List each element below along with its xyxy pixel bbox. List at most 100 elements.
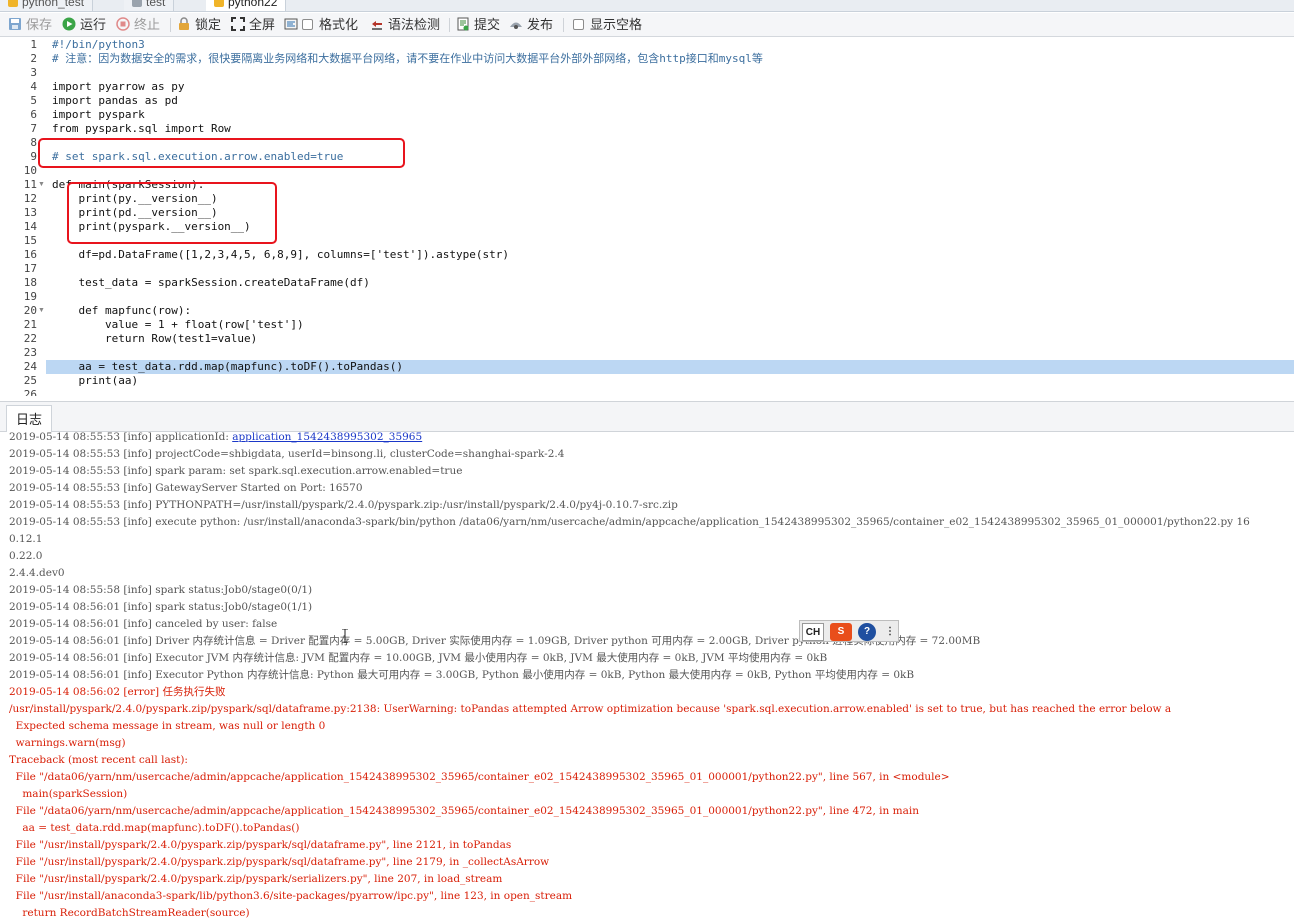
line-number: 5 [30,94,37,107]
line-number: 20 [23,304,37,317]
code-line[interactable]: aa = test_data.rdd.map(mapfunc).toDF().t… [52,360,1292,374]
code-line[interactable]: test_data = sparkSession.createDataFrame… [52,276,1292,290]
log-line-info: 2019-05-14 08:56:01 [info] canceled by u… [9,616,1294,633]
ime-toolbar: CH S ? ⋮ [799,620,899,642]
show-whitespace-checkbox[interactable] [573,19,584,30]
log-line-error: File "/usr/install/pyspark/2.4.0/pyspark… [9,854,1294,871]
code-line[interactable]: import pyspark [52,108,1292,122]
log-line-text: File "/usr/install/pyspark/2.4.0/pyspark… [9,856,550,868]
code-line[interactable]: import pyarrow as py [52,80,1292,94]
log-output: 2019-05-14 08:55:53 [info] applicationId… [0,432,1294,923]
line-number: 3 [30,66,37,79]
text-cursor-icon [342,629,348,643]
play-icon [62,17,76,31]
log-line-error: Expected schema message in stream, was n… [9,718,1294,735]
log-line-text: File "/usr/install/pyspark/2.4.0/pyspark… [9,839,512,851]
tab-test[interactable]: test [124,0,175,11]
log-line-text: 2019-05-14 08:56:01 [info] Executor JVM … [9,652,828,664]
line-number: 9 [30,150,37,163]
line-number: 22 [23,332,37,345]
log-line-error: 2019-05-14 08:56:02 [error] 任务执行失败 [9,684,1294,701]
run-button[interactable]: 运行 [62,16,106,34]
line-number: 4 [30,80,37,93]
annotation-box-arrow-setting [38,138,405,168]
log-line-text: 2019-05-14 08:56:01 [info] spark status:… [9,601,313,613]
line-number: 11 [23,178,37,191]
fold-toggle-icon[interactable]: ▼ [38,178,45,192]
line-number: 14 [23,220,37,233]
tab-python22[interactable]: python22 [206,0,287,11]
show-whitespace-toggle[interactable]: 显示空格 [573,16,642,34]
code-line[interactable]: print(aa) [52,374,1292,388]
lock-button[interactable]: 锁定 [177,16,221,34]
line-number: 1 [30,38,37,51]
code-line[interactable]: #!/bin/python3 [52,38,1292,52]
line-number-gutter: 1 2 3 4 5 6 7 8 9 10 11 ▼ 12 13 14 15 16 17 18 19 20 ▼ 21 22 23 2… [0,38,46,396]
log-line-error: File "/usr/install/anaconda3-spark/lib/p… [9,888,1294,905]
code-line[interactable]: return Row(test1=value) [52,332,1292,346]
syntax-check-button[interactable]: 语法检测 [370,16,440,34]
log-line-error: File "/usr/install/pyspark/2.4.0/pyspark… [9,871,1294,888]
help-icon[interactable]: ? [858,623,876,641]
log-line-text: 2019-05-14 08:56:01 [info] Executor Pyth… [9,669,915,681]
save-icon [9,18,21,30]
file-icon [132,0,142,7]
annotation-box-print-versions [67,182,277,244]
log-line-error: File "/data06/yarn/nm/usercache/admin/ap… [9,803,1294,820]
publish-icon [510,22,522,29]
line-number: 2 [30,52,37,65]
save-button[interactable]: 保存 [8,16,52,34]
log-line-text: 2019-05-14 08:55:53 [info] execute pytho… [9,516,1250,528]
log-line-text: warnings.warn(msg) [9,737,126,749]
log-line-text: 2019-05-14 08:55:53 [info] applicationId… [9,432,233,443]
fullscreen-button[interactable]: 全屏 [231,16,275,34]
ime-language-toggle[interactable]: CH [802,623,824,641]
python-file-icon [214,0,224,7]
code-line[interactable]: def mapfunc(row): [52,304,1292,318]
log-line-info: 2019-05-14 08:55:58 [info] spark status:… [9,582,1294,599]
format-checkbox[interactable] [302,19,313,30]
syntax-check-icon [372,21,382,30]
log-line-info: 2019-05-14 08:55:53 [info] PYTHONPATH=/u… [9,497,1294,514]
log-line-info: 2019-05-14 08:55:53 [info] execute pytho… [9,514,1294,531]
log-line-info: 2019-05-14 08:56:01 [info] Executor Pyth… [9,667,1294,684]
log-line-text: 0.12.1 [9,533,43,545]
fold-toggle-icon[interactable]: ▼ [38,304,45,318]
tab-log[interactable]: 日志 [6,405,52,433]
tab-python-test[interactable]: python_test [0,0,94,11]
code-line[interactable]: import pandas as pd [52,94,1292,108]
more-options-icon[interactable]: ⋮ [884,623,896,641]
toolbar-divider [563,18,564,32]
line-number: 21 [23,318,37,331]
log-line-text: 2.4.4.dev0 [9,567,65,579]
code-line[interactable]: from pyspark.sql import Row [52,122,1292,136]
log-line-info: 2019-05-14 08:55:53 [info] applicationId… [9,432,1294,446]
log-line-info: 2019-05-14 08:55:53 [info] projectCode=s… [9,446,1294,463]
log-line-text: 0.22.0 [9,550,43,562]
log-line-text: File "/usr/install/pyspark/2.4.0/pyspark… [9,873,503,885]
application-id-link[interactable]: application_1542438995302_35965 [232,432,422,443]
log-line-error: main(sparkSession) [9,786,1294,803]
code-line[interactable]: value = 1 + float(row['test']) [52,318,1292,332]
stop-button[interactable]: 终止 [116,16,160,34]
log-line-error: File "/usr/install/pyspark/2.4.0/pyspark… [9,837,1294,854]
line-number: 7 [30,122,37,135]
stop-icon [116,17,130,31]
log-line-error: Traceback (most recent call last): [9,752,1294,769]
line-number: 17 [23,262,37,275]
log-line-text: 2019-05-14 08:55:58 [info] spark status:… [9,584,313,596]
log-line-info: 0.12.1 [9,531,1294,548]
sogou-logo-icon[interactable]: S [830,623,852,641]
log-line-info: 2019-05-14 08:55:53 [info] spark param: … [9,463,1294,480]
editor-tab-bar: python_test test python22 [0,0,1294,12]
log-line-error: /usr/install/pyspark/2.4.0/pyspark.zip/p… [9,701,1294,718]
submit-icon [457,17,469,31]
publish-button[interactable]: 发布 [509,16,553,34]
submit-button[interactable]: 提交 [456,16,500,34]
code-line[interactable]: # 注意：因为数据安全的需求，很快要隔离业务网络和大数据平台网络，请不要在作业中… [52,52,1292,66]
python-file-icon [8,0,18,7]
toolbar-divider [170,18,171,32]
log-line-text: 2019-05-14 08:55:53 [info] GatewayServer… [9,482,363,494]
code-line[interactable]: df=pd.DataFrame([1,2,3,4,5, 6,8,9], colu… [52,248,1292,262]
format-button[interactable]: 格式化 [284,16,358,34]
